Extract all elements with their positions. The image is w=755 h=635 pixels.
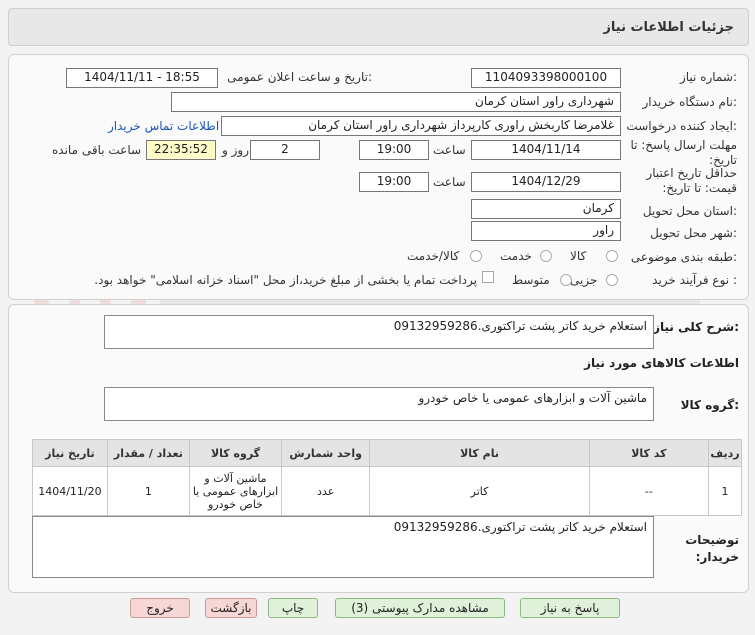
description-label: شرح کلی نیاز: bbox=[653, 320, 739, 334]
category-option-service: خدمت bbox=[500, 249, 532, 263]
goods-table: تاریخ نیاز تعداد / مقدار گروه کالا واحد … bbox=[32, 439, 743, 516]
col-name: نام کالا bbox=[369, 439, 590, 467]
col-row: ردیف bbox=[707, 439, 743, 467]
reply-time-field: 19:00 bbox=[359, 140, 429, 160]
need-number-field: 1104093398000100 bbox=[471, 68, 621, 88]
remaining-label: ساعت باقی مانده bbox=[52, 143, 142, 157]
category-option-goods-service: کالا/خدمت bbox=[407, 249, 460, 263]
reply-deadline-label: مهلت ارسال پاسخ: تا تاریخ: bbox=[630, 138, 737, 167]
buyer-org-label: نام دستگاه خریدار: bbox=[642, 95, 738, 109]
col-code: کد کالا bbox=[588, 439, 709, 467]
validity-time-field: 19:00 bbox=[359, 172, 429, 192]
buyer-notes-label: توضیحات خریدار: bbox=[685, 533, 739, 564]
buyer-contact-link[interactable]: اطلاعات تماس خریدار bbox=[108, 119, 219, 133]
need-number-label: شماره نیاز: bbox=[679, 70, 737, 84]
table-row: 1404/11/20 1 ماشین آلات و ابزارهای عمومی… bbox=[32, 466, 743, 516]
cell-unit: عدد bbox=[281, 466, 371, 516]
col-need-date: تاریخ نیاز bbox=[32, 439, 108, 467]
table-header-row: تاریخ نیاز تعداد / مقدار گروه کالا واحد … bbox=[32, 439, 743, 467]
col-group: گروه کالا bbox=[188, 439, 283, 467]
page-title: جزئیات اطلاعات نیاز bbox=[603, 20, 734, 35]
buyer-notes-textarea[interactable]: استعلام خرید کاتر پشت تراکتوری.091329592… bbox=[32, 516, 654, 578]
process-radio-minor[interactable] bbox=[606, 274, 618, 286]
category-radio-goods-service[interactable] bbox=[470, 250, 482, 262]
city-label: شهر محل تحویل: bbox=[650, 226, 737, 240]
category-radio-goods[interactable] bbox=[606, 250, 618, 262]
cell-need-date: 1404/11/20 bbox=[32, 466, 108, 516]
countdown-timer: 22:35:52 bbox=[146, 140, 216, 160]
reply-date-field: 1404/11/14 bbox=[471, 140, 621, 160]
days-field: 2 bbox=[250, 140, 320, 160]
print-button[interactable]: چاپ bbox=[268, 598, 318, 618]
attachments-button[interactable]: مشاهده مدارک پیوستی (3) bbox=[335, 598, 505, 618]
validity-date-field: 1404/12/29 bbox=[471, 172, 621, 192]
page-header: جزئیات اطلاعات نیاز bbox=[8, 8, 749, 46]
goods-group-label: گروه کالا: bbox=[680, 398, 739, 412]
province-label: استان محل تحویل: bbox=[642, 204, 737, 218]
buyer-org-field: شهرداری راور استان کرمان bbox=[171, 92, 621, 112]
col-unit: واحد شمارش bbox=[281, 439, 371, 467]
validity-label: حداقل تاریخ اعتبار قیمت: تا تاریخ: bbox=[646, 166, 737, 195]
reply-button[interactable]: پاسخ به نیاز bbox=[520, 598, 620, 618]
reply-time-label: ساعت bbox=[433, 143, 466, 157]
goods-group-textarea[interactable]: ماشین آلات و ابزارهای عمومی یا خاص خودرو bbox=[104, 387, 654, 421]
cell-row: 1 bbox=[707, 466, 743, 516]
creator-label: ایجاد کننده درخواست: bbox=[626, 119, 737, 133]
payment-checkbox[interactable] bbox=[482, 271, 494, 283]
cell-code: -- bbox=[588, 466, 709, 516]
description-textarea[interactable]: استعلام خرید کاتر پشت تراکتوری.091329592… bbox=[104, 315, 654, 349]
process-option-medium: متوسط bbox=[512, 273, 550, 287]
cell-group: ماشین آلات و ابزارهای عمومی یا خاص خودرو bbox=[188, 466, 283, 516]
province-field: کرمان bbox=[471, 199, 621, 219]
goods-section-title: اطلاعات کالاهای مورد نیاز bbox=[584, 356, 739, 370]
category-option-goods: کالا bbox=[570, 249, 587, 263]
process-radio-medium[interactable] bbox=[560, 274, 572, 286]
creator-field: غلامرضا کاربخش راوری کارپرداز شهرداری را… bbox=[221, 116, 621, 136]
announce-field: 1404/11/11 - 18:55 bbox=[66, 68, 218, 88]
process-option-minor: جزیی bbox=[570, 273, 598, 287]
payment-note: پرداخت تمام یا بخشی از مبلغ خرید،از محل … bbox=[94, 273, 477, 287]
category-label: طبقه بندی موضوعی: bbox=[630, 250, 737, 264]
validity-time-label: ساعت bbox=[433, 175, 466, 189]
days-label: روز و bbox=[222, 143, 249, 157]
back-button[interactable]: بازگشت bbox=[205, 598, 257, 618]
city-field: راور bbox=[471, 221, 621, 241]
announce-label: تاریخ و ساعت اعلان عمومی: bbox=[227, 70, 372, 84]
exit-button[interactable]: خروج bbox=[130, 598, 190, 618]
category-radio-service[interactable] bbox=[540, 250, 552, 262]
cell-name: کاتر bbox=[369, 466, 590, 516]
process-label: نوع فرآیند خرید : bbox=[652, 273, 737, 287]
cell-qty: 1 bbox=[106, 466, 190, 516]
col-qty: تعداد / مقدار bbox=[106, 439, 190, 467]
